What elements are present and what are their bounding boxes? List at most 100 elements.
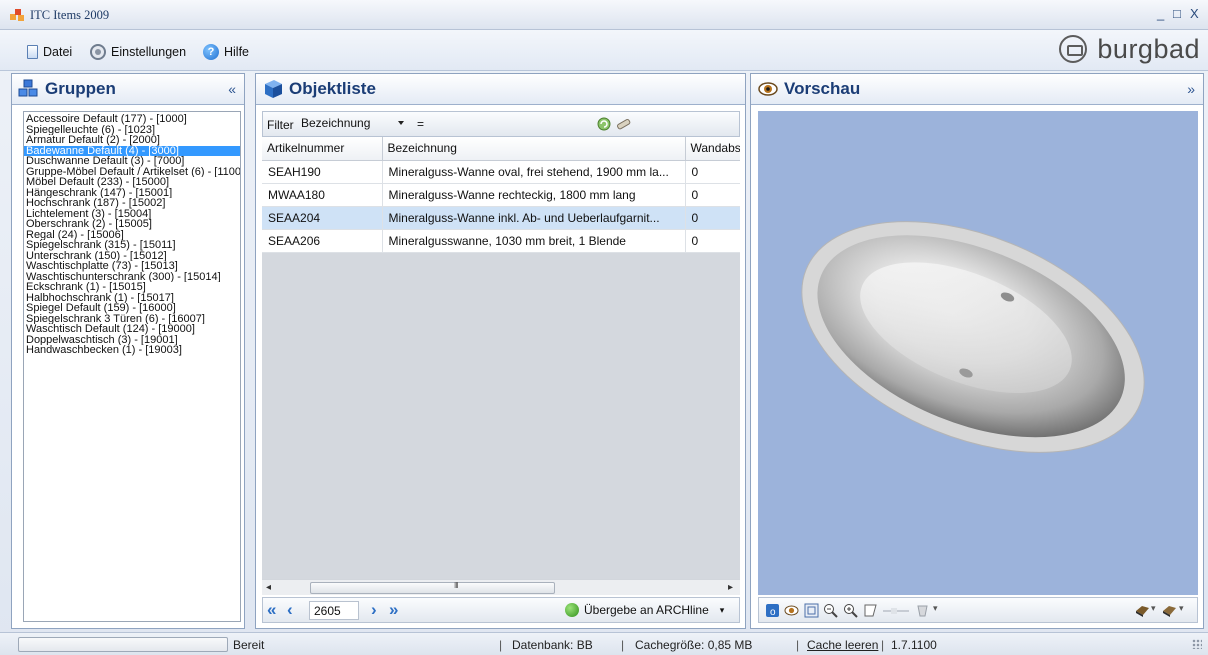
group-list-item[interactable]: Spiegelschrank (315) - [15011] <box>24 240 240 251</box>
maximize-button[interactable]: □ <box>1173 6 1181 21</box>
eye-icon <box>758 82 778 96</box>
scroll-right-icon[interactable]: ▸ <box>728 582 733 593</box>
bucket-dropdown-icon[interactable]: ▾ <box>933 603 938 614</box>
group-list-item[interactable]: Spiegel Default (159) - [16000] <box>24 303 240 314</box>
transfer-dropdown-icon[interactable]: ▾ <box>720 605 725 616</box>
previous-page-icon[interactable]: ‹ <box>287 601 293 619</box>
refresh-icon[interactable] <box>596 116 613 132</box>
fit-view-icon[interactable] <box>804 603 819 618</box>
scrollbar-thumb[interactable] <box>310 582 555 594</box>
filter-bar: Filter Bezeichnung = <box>262 111 740 137</box>
scrollbar-grip: III <box>454 581 459 590</box>
group-list-item[interactable]: Armatur Default (2) - [2000] <box>24 135 240 146</box>
scroll-left-icon[interactable]: ◂ <box>266 582 271 593</box>
group-list-item[interactable]: Lichtelement (3) - [15004] <box>24 209 240 220</box>
group-list-item[interactable]: Spiegelleuchte (6) - [1023] <box>24 125 240 136</box>
filter-operator[interactable]: = <box>417 117 424 131</box>
menu-hilfe[interactable]: ? Hilfe <box>203 42 249 62</box>
next-page-icon[interactable]: › <box>371 601 377 619</box>
cell-bezeichnung[interactable]: Mineralguss-Wanne rechteckig, 1800 mm la… <box>382 183 686 207</box>
record-count: 2605 <box>309 601 359 620</box>
shape-icon[interactable] <box>863 603 878 618</box>
transfer-label: Übergebe an ARCHline <box>584 603 709 617</box>
view-eye-icon[interactable] <box>784 603 799 618</box>
object-list-title: Objektliste <box>289 79 376 98</box>
menu-einstellungen[interactable]: Einstellungen <box>90 42 186 62</box>
filter-label: Filter <box>267 118 294 132</box>
cell-artikelnummer[interactable]: SEAH190 <box>262 160 383 184</box>
cube-icon <box>265 80 282 98</box>
column-header-artikelnummer[interactable]: Artikelnummer <box>262 137 383 161</box>
cell-bezeichnung[interactable]: Mineralguss-Wanne oval, frei stehend, 19… <box>382 160 686 184</box>
info-icon[interactable]: o <box>765 603 780 618</box>
group-list-item[interactable]: Spiegelschrank 3 Türen (6) - [16007] <box>24 314 240 325</box>
status-text: Bereit <box>233 638 265 652</box>
group-list-item[interactable]: Oberschrank (2) - [15005] <box>24 219 240 230</box>
groups-panel-header: Gruppen « <box>12 74 244 105</box>
eraser-icon[interactable] <box>615 116 632 132</box>
chevron-down-icon[interactable] <box>398 121 404 125</box>
groups-list[interactable]: Accessoire Default (177) - [1000] Spiegel… <box>23 111 241 622</box>
group-list-item[interactable]: Eckschrank (1) - [15015] <box>24 282 240 293</box>
cell-wandabstand[interactable]: 0 <box>685 160 740 184</box>
group-list-item[interactable]: Badewanne Default (4) - [3000] <box>24 145 240 156</box>
groups-collapse-button[interactable]: « <box>228 81 236 97</box>
paint-bucket-icon[interactable] <box>915 603 930 618</box>
document-icon <box>27 45 38 59</box>
preview-viewport[interactable] <box>758 111 1198 595</box>
table-row[interactable]: SEAH190 Mineralguss-Wanne oval, frei steh… <box>262 160 740 184</box>
object-table: Artikelnummer Bezeichnung Wandabs SEAH19… <box>262 137 740 579</box>
preview-collapse-button[interactable]: » <box>1187 81 1195 97</box>
group-list-item[interactable]: Unterschrank (150) - [15012] <box>24 251 240 262</box>
group-list-item[interactable]: Doppelwaschtisch (3) - [19001] <box>24 335 240 346</box>
zoom-in-icon[interactable] <box>843 603 858 618</box>
table-row[interactable]: MWAA180 Mineralguss-Wanne rechteckig, 180… <box>262 183 740 207</box>
material-dropdown-icon[interactable]: ▾ <box>1151 603 1156 614</box>
transfer-button[interactable]: Übergebe an ARCHline ▾ <box>565 603 724 617</box>
cell-artikelnummer[interactable]: SEAA204 <box>262 206 383 230</box>
group-list-item[interactable]: Waschtischunterschrank (300) - [15014] <box>24 272 240 283</box>
close-button[interactable]: X <box>1190 6 1199 21</box>
cell-wandabstand[interactable]: 0 <box>685 183 740 207</box>
menu-datei[interactable]: Datei <box>27 42 72 62</box>
column-header-wandabstand[interactable]: Wandabs <box>685 137 740 161</box>
group-list-item[interactable]: Halbhochschrank (1) - [15017] <box>24 293 240 304</box>
group-list-item[interactable]: Waschtisch Default (124) - [19000] <box>24 324 240 335</box>
cell-bezeichnung[interactable]: Mineralgusswanne, 1030 mm breit, 1 Blend… <box>382 229 686 253</box>
zoom-out-icon[interactable] <box>823 603 838 618</box>
horizontal-scrollbar[interactable]: ◂ III ▸ <box>262 579 740 595</box>
status-separator: | <box>499 638 503 652</box>
group-list-item[interactable]: Duschwanne Default (3) - [7000] <box>24 156 240 167</box>
cell-artikelnummer[interactable]: MWAA180 <box>262 183 383 207</box>
last-page-icon[interactable]: » <box>389 601 398 619</box>
texture-icon[interactable] <box>1162 603 1177 618</box>
first-page-icon[interactable]: « <box>267 601 276 619</box>
group-list-item[interactable]: Hängeschrank (147) - [15001] <box>24 188 240 199</box>
cell-bezeichnung[interactable]: Mineralguss-Wanne inkl. Ab- und Ueberlau… <box>382 206 686 230</box>
window-title: ITC Items 2009 <box>30 8 110 22</box>
brand-text: burgbad <box>1097 33 1200 64</box>
table-row[interactable]: SEAA206 Mineralgusswanne, 1030 mm breit, … <box>262 229 740 253</box>
groups-icon <box>18 79 38 97</box>
group-list-item[interactable]: Gruppe-Möbel Default / Artikelset (6) - … <box>24 167 240 178</box>
svg-text:o: o <box>770 607 776 618</box>
group-list-item[interactable]: Hochschrank (187) - [15002] <box>24 198 240 209</box>
preview-title: Vorschau <box>784 79 861 98</box>
group-list-item[interactable]: Handwaschbecken (1) - [19003] <box>24 345 240 356</box>
table-row[interactable]: SEAA204 Mineralguss-Wanne inkl. Ab- und U… <box>262 206 740 230</box>
clear-cache-link[interactable]: Cache leeren <box>807 638 878 652</box>
column-header-bezeichnung[interactable]: Bezeichnung <box>382 137 686 161</box>
group-list-item[interactable]: Accessoire Default (177) - [1000] <box>24 114 240 125</box>
status-separator: | <box>796 638 800 652</box>
cell-artikelnummer[interactable]: SEAA206 <box>262 229 383 253</box>
group-list-item[interactable]: Möbel Default (233) - [15000] <box>24 177 240 188</box>
resize-grip-icon[interactable] <box>1192 639 1202 649</box>
group-list-item[interactable]: Regal (24) - [15006] <box>24 230 240 241</box>
material-icon[interactable] <box>1135 603 1150 618</box>
group-list-item[interactable]: Waschtischplatte (73) - [15013] <box>24 261 240 272</box>
cell-wandabstand[interactable]: 0 <box>685 206 740 230</box>
minimize-button[interactable]: _ <box>1157 6 1164 21</box>
texture-dropdown-icon[interactable]: ▾ <box>1179 603 1184 614</box>
slider-icon[interactable] <box>881 603 911 618</box>
cell-wandabstand[interactable]: 0 <box>685 229 740 253</box>
